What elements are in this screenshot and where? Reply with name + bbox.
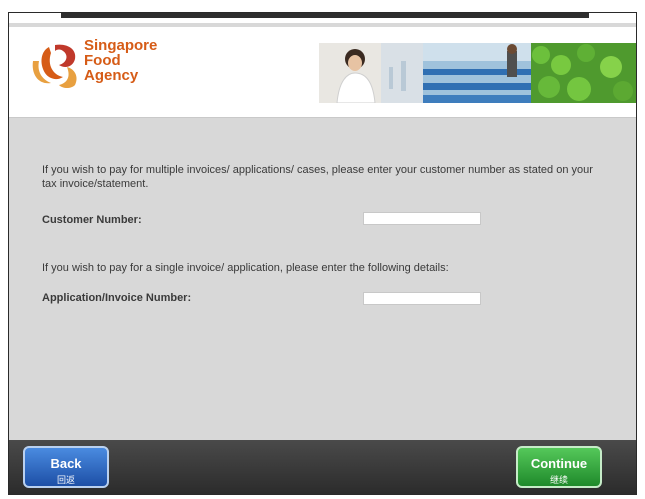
brand-line-3: Agency: [84, 67, 139, 84]
top-bezel: [61, 13, 589, 18]
continue-button-label: Continue: [530, 456, 588, 471]
banner-photos: [319, 43, 636, 103]
top-strip: [9, 13, 636, 23]
vegetable-farm-photo: [531, 43, 636, 103]
brand-line-1: Singapore: [84, 37, 158, 54]
back-button[interactable]: Back 回返: [23, 446, 109, 488]
application-invoice-number-label: Application/Invoice Number:: [42, 292, 192, 304]
back-button-sublabel: 回返: [56, 475, 75, 485]
kiosk-screen: Singapore Food Agency If you wish to pay…: [8, 12, 637, 495]
main-content: If you wish to pay for multiple invoices…: [9, 118, 636, 438]
fish-farm-photo: [423, 43, 531, 103]
application-invoice-number-field[interactable]: [363, 292, 481, 305]
multi-invoice-instruction: If you wish to pay for multiple invoices…: [42, 164, 593, 190]
footer-bar: Back 回返 Continue 继续: [9, 440, 636, 494]
brand-name: Singapore Food Agency: [84, 38, 157, 83]
continue-button[interactable]: Continue 继续: [516, 446, 602, 488]
customer-number-label: Customer Number:: [42, 214, 142, 226]
sfa-logo-icon: [32, 44, 77, 88]
header-banner: Singapore Food Agency: [9, 27, 636, 118]
lab-worker-photo: [319, 43, 423, 103]
continue-button-sublabel: 继续: [549, 475, 568, 485]
brand-line-2: Food: [84, 52, 121, 69]
customer-number-field[interactable]: [363, 212, 481, 225]
back-button-label: Back: [50, 456, 82, 471]
single-invoice-instruction: If you wish to pay for a single invoice/…: [42, 262, 449, 274]
